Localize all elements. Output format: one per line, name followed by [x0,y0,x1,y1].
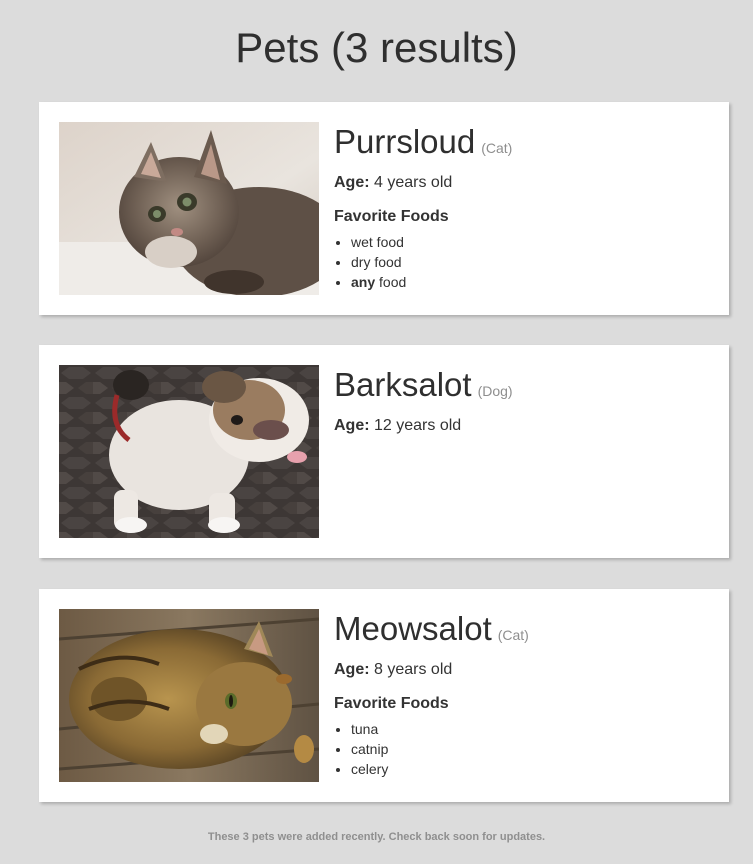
pet-name: Meowsalot [334,610,492,647]
pet-name: Barksalot [334,366,472,403]
favorite-foods-heading: Favorite Foods [334,208,449,225]
food-item: dry food [351,252,713,272]
pet-card-meowsalot: Meowsalot (Cat) Age: 8 years old Favorite… [39,589,729,802]
food-item: tuna [351,719,713,739]
age-value: 8 years old [374,661,453,678]
pet-card-purrsloud: Purrsloud (Cat) Age: 4 years old Favorite… [39,102,729,315]
pet-name: Purrsloud [334,123,476,160]
food-item: any food [351,272,713,292]
footer-note: These 3 pets were added recently. Check … [207,831,546,843]
age-value: 4 years old [374,174,453,191]
favorite-foods-list: tuna catnip celery [334,719,713,779]
pet-card-barksalot: Barksalot (Dog) Age: 12 years old [39,345,729,558]
age-label: Age: [334,174,370,191]
food-item: wet food [351,232,713,252]
tabby-cat-photo [59,609,319,782]
pet-species: (Cat) [497,627,529,643]
page-title: Pets (3 results) [235,24,518,71]
food-item: catnip [351,739,713,759]
age-value: 12 years old [374,417,462,434]
pet-age: Age: 12 years old [334,415,713,437]
favorite-foods-list: wet food dry food any food [334,232,713,292]
bulldog-photo [59,365,319,538]
pet-age: Age: 8 years old [334,659,713,681]
food-item-rest: food [375,274,407,290]
pet-species: (Dog) [477,383,513,399]
food-item: celery [351,759,713,779]
pet-species: (Cat) [481,140,513,156]
food-emphasis: any [351,274,376,290]
age-label: Age: [334,661,370,678]
age-label: Age: [334,417,370,434]
favorite-foods-heading: Favorite Foods [334,695,449,712]
kitten-photo [59,122,319,295]
pet-age: Age: 4 years old [334,172,713,194]
